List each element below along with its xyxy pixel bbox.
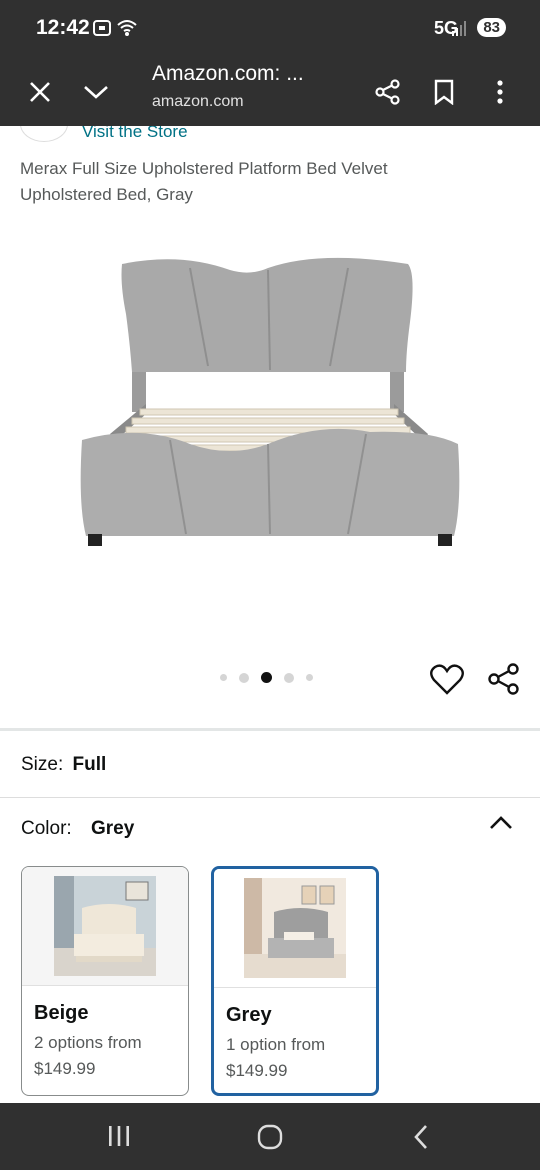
carousel-dot[interactable] [306,674,313,681]
swatch-name: Grey [226,1004,272,1026]
status-bar: 12:42 5G 83 [0,0,540,58]
close-button[interactable] [20,72,60,112]
swatch-image [214,869,376,988]
screenshot-icon [93,20,111,36]
beige-bed-thumbnail [54,876,156,976]
color-label: Color: [21,818,72,839]
chevron-down-icon [84,86,108,99]
swatch-price: $149.99 [34,1059,96,1078]
page-url[interactable]: amazon.com [152,93,244,111]
size-label: Size: [21,754,64,775]
product-title: Merax Full Size Upholstered Platform Bed… [20,159,388,204]
color-value: Grey [90,818,135,839]
system-nav-bar [0,1103,540,1170]
close-icon [30,82,50,102]
status-time: 12:42 [36,16,90,39]
signal-icon [452,21,466,36]
expand-button[interactable] [76,72,116,112]
battery-indicator: 83 [477,18,506,37]
color-swatch-grey[interactable]: Grey 1 option from $149.99 [211,866,379,1096]
notification-icons [92,18,138,38]
heart-icon[interactable] [430,664,464,696]
page-title[interactable]: Amazon.com: ... [152,62,304,86]
carousel-dot[interactable] [284,672,294,683]
carousel-dot-active[interactable] [261,672,272,683]
size-selector[interactable]: Size: Full [21,754,106,776]
page-content: Visit the Store Merax Full Size Upholste… [0,126,540,1103]
visit-store-link[interactable]: Visit the Store [82,126,188,142]
more-options-button[interactable] [480,72,520,112]
browser-toolbar: Amazon.com: ... amazon.com [0,58,540,126]
carousel-dot[interactable] [239,672,249,683]
more-vert-icon [497,80,503,104]
wifi-icon [117,20,137,36]
swatch-price: $149.99 [226,1061,288,1080]
store-logo[interactable] [20,126,68,142]
carousel-indicator[interactable] [220,672,313,683]
swatch-image [22,867,188,986]
chevron-up-icon[interactable] [488,814,514,832]
carousel-dot[interactable] [220,674,227,681]
recent-apps-button[interactable] [106,1123,132,1149]
back-button[interactable] [410,1123,432,1151]
bookmark-icon [434,79,454,105]
share-icon [375,79,400,105]
home-button[interactable] [256,1123,284,1151]
color-selector[interactable]: Color: Grey [21,818,134,840]
share-icon[interactable] [487,662,521,696]
color-swatch-beige[interactable]: Beige 2 options from $149.99 [21,866,189,1096]
divider [0,728,540,731]
share-button[interactable] [368,72,408,112]
divider [0,797,540,798]
swatch-options: 1 option from [226,1035,326,1054]
product-image[interactable] [70,254,470,564]
swatch-name: Beige [34,1002,89,1024]
grey-bed-thumbnail [244,878,346,978]
swatch-options: 2 options from [34,1033,142,1052]
bookmark-button[interactable] [424,72,464,112]
size-value: Full [72,754,107,775]
